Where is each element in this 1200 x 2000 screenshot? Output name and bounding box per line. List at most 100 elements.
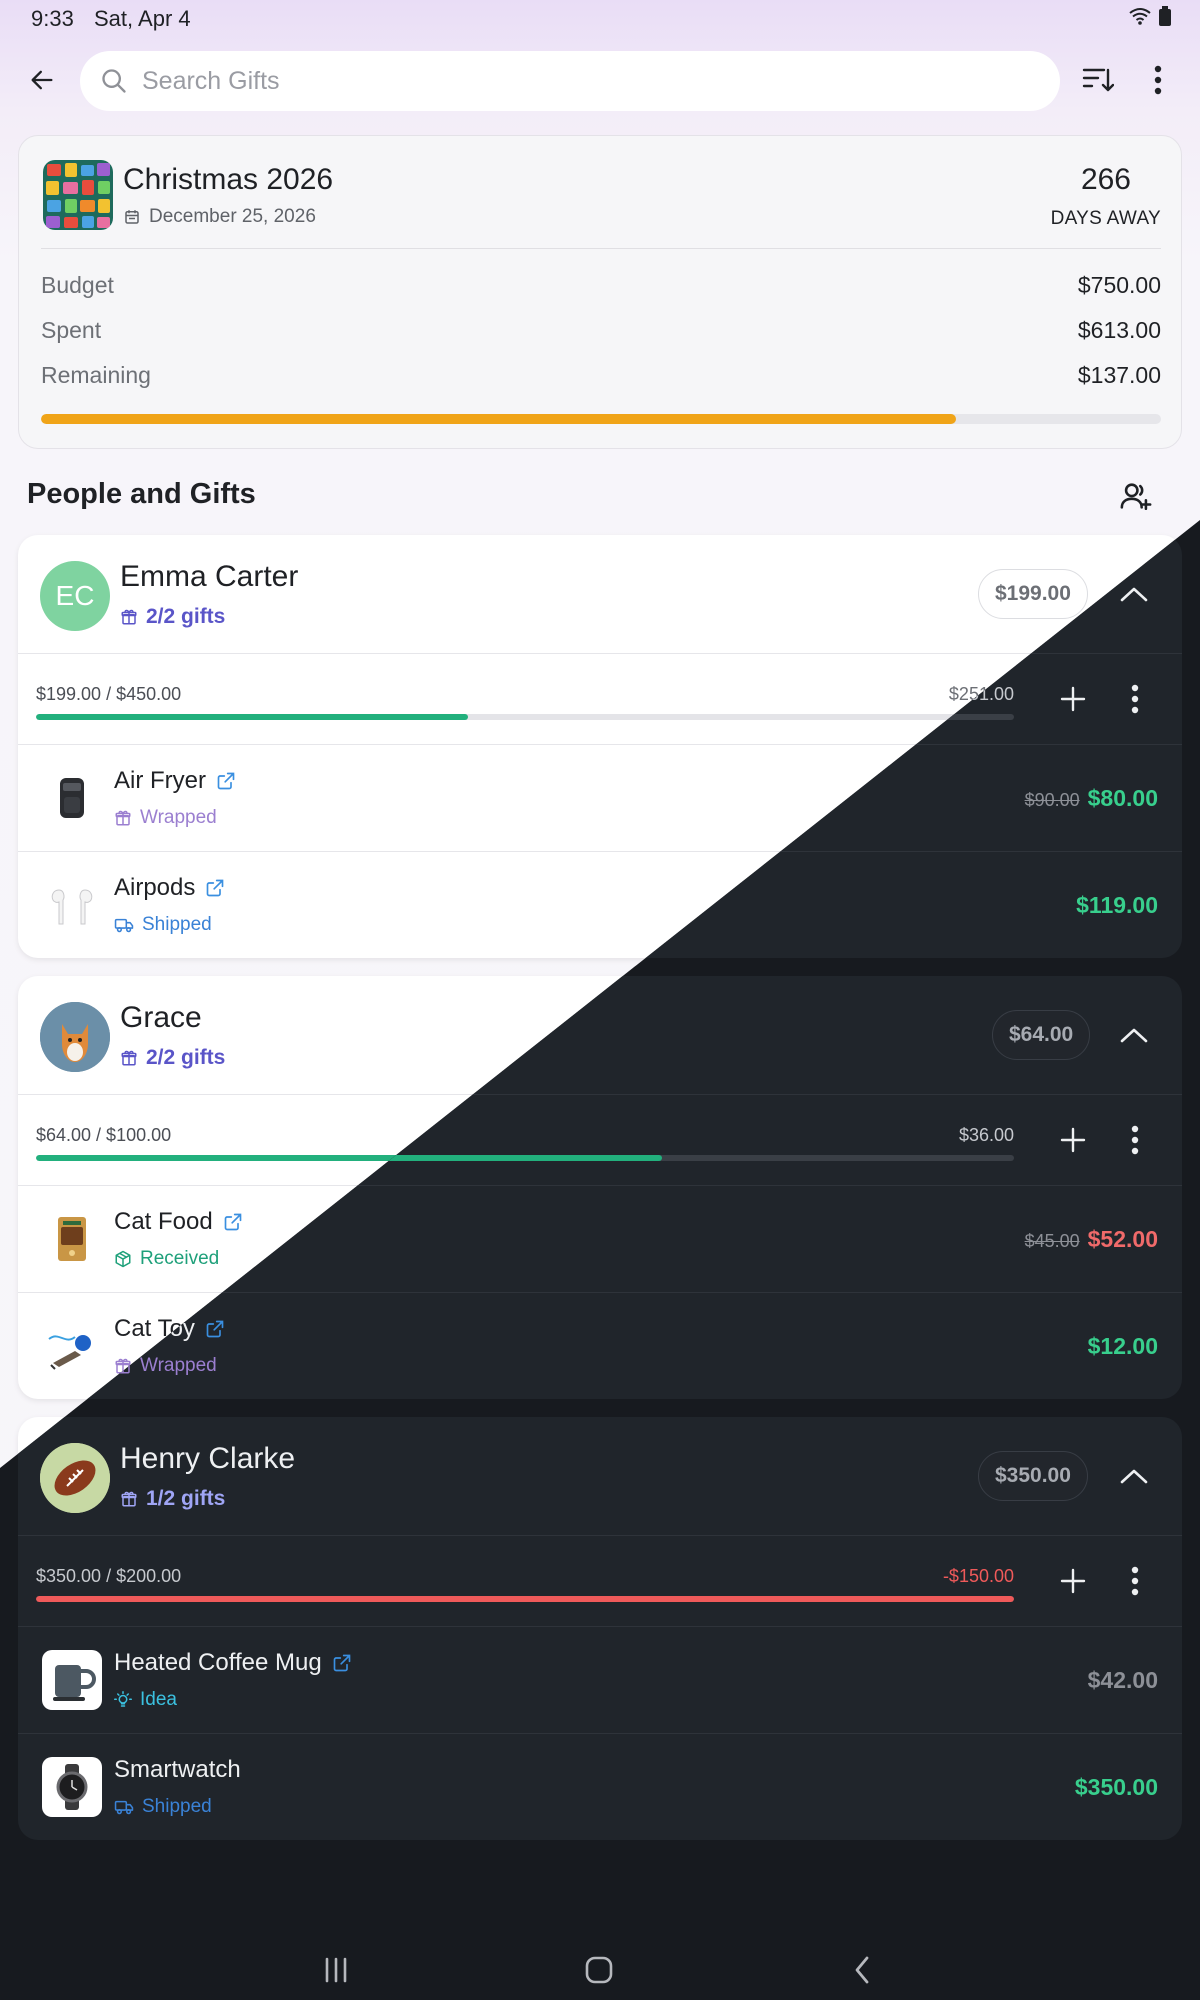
gift-status: Shipped: [114, 1796, 212, 1818]
avatar: EC: [40, 561, 110, 631]
person-total-chip: $64.00: [992, 1010, 1091, 1060]
add-person-icon: [1120, 483, 1152, 511]
top-app-bar: Search Gifts: [0, 48, 1200, 112]
gift-name: Airpods: [114, 874, 196, 901]
add-person-button[interactable]: [1116, 476, 1156, 516]
gift-name: Cat Food: [114, 1208, 213, 1235]
person-progress-fill: [36, 714, 469, 720]
external-link-icon[interactable]: [205, 1319, 225, 1339]
remaining-row: Remaining $137.00: [41, 362, 1161, 389]
collapse-button[interactable]: [1116, 1017, 1152, 1053]
collapse-button[interactable]: [1116, 1458, 1152, 1494]
system-back-button[interactable]: [840, 1948, 884, 1992]
gift-title: Cat Food: [114, 1208, 243, 1236]
gift-price: $80.00: [1087, 785, 1158, 811]
chevron-up-icon: [1120, 1469, 1148, 1484]
gift-image: [42, 875, 102, 935]
gift-status-text: Idea: [140, 1689, 177, 1710]
person-more-button[interactable]: [1116, 680, 1154, 718]
avatar-initials: EC: [55, 580, 95, 611]
person-total: $350.00: [995, 1464, 1071, 1487]
gift-status: Shipped: [114, 914, 212, 936]
gift-name: Heated Coffee Mug: [114, 1649, 322, 1676]
spent-row: Spent $613.00: [41, 317, 1161, 344]
avatar: [40, 1443, 110, 1513]
remaining-value: $137.00: [1077, 362, 1161, 388]
spent-label: Spent: [41, 317, 102, 343]
back-button[interactable]: [22, 60, 62, 100]
home-icon: [585, 1956, 613, 1984]
person-more-button[interactable]: [1116, 1121, 1154, 1159]
search-placeholder: Search Gifts: [142, 66, 280, 95]
event-summary-card[interactable]: Christmas 2026 December 25, 2026 266 DAY…: [18, 135, 1182, 449]
gift-count: 2/2 gifts: [120, 1046, 225, 1070]
recents-button[interactable]: [314, 1948, 358, 1992]
gift-status: Idea: [114, 1689, 177, 1711]
more-vertical-icon: [1131, 1125, 1139, 1155]
spent-value: $613.00: [1077, 317, 1161, 343]
gift-count-text: 2/2 gifts: [146, 1046, 226, 1069]
external-link-icon[interactable]: [216, 771, 236, 791]
person-name: Emma Carter: [120, 560, 299, 593]
gift-title: Smartwatch: [114, 1756, 241, 1784]
external-link-icon[interactable]: [223, 1212, 243, 1232]
external-link-icon[interactable]: [205, 878, 225, 898]
person-remaining-text: $36.00: [958, 1125, 1014, 1145]
system-navigation-bar: [0, 1940, 1200, 2000]
person-total: $199.00: [995, 582, 1071, 605]
search-input[interactable]: Search Gifts: [80, 51, 1060, 111]
plus-icon: [1060, 1127, 1086, 1153]
person-total-chip: $199.00: [978, 569, 1088, 619]
arrow-left-icon: [31, 70, 53, 90]
lightbulb-icon: [114, 1691, 132, 1707]
gift-image: [42, 1316, 102, 1376]
gift-row[interactable]: Heated Coffee Mug Idea $42.00: [18, 1627, 1182, 1733]
search-icon: [102, 69, 126, 93]
gift-original-price: $45.00: [1024, 1231, 1080, 1251]
more-vertical-icon: [1131, 684, 1139, 714]
gift-image: [42, 768, 102, 828]
gift-name: Air Fryer: [114, 767, 206, 794]
status-bar: 9:33 Sat, Apr 4: [0, 0, 1200, 34]
status-time: 9:33: [31, 6, 74, 31]
gift-status-text: Wrapped: [140, 807, 217, 828]
battery-icon: [1159, 6, 1171, 26]
sort-button[interactable]: [1078, 60, 1118, 100]
gift-price-group: $90.00 $80.00: [1025, 785, 1158, 812]
person-more-button[interactable]: [1116, 1562, 1154, 1600]
overflow-menu-button[interactable]: [1138, 60, 1178, 100]
person-card[interactable]: Henry Clarke 1/2 gifts $350.00 $350.00 / $2…: [18, 1417, 1182, 1840]
add-gift-button[interactable]: [1054, 680, 1092, 718]
gift-status: Wrapped: [114, 807, 217, 829]
package-icon: [115, 1250, 131, 1268]
home-button[interactable]: [577, 1948, 621, 1992]
calendar-icon: [125, 210, 139, 224]
chevron-left-icon: [855, 1956, 869, 1984]
budget-progress-bar: [41, 414, 1161, 424]
gift-status-text: Shipped: [142, 914, 212, 935]
gift-status-text: Received: [140, 1248, 220, 1269]
person-header[interactable]: Henry Clarke 1/2 gifts $350.00: [18, 1417, 1182, 1535]
gift-price-group: $45.00 $52.00: [1025, 1226, 1158, 1253]
gift-status-text: Wrapped: [140, 1355, 217, 1376]
wifi-icon: [1129, 8, 1151, 25]
more-vertical-icon: [1154, 65, 1162, 95]
truck-icon: [114, 1800, 134, 1815]
days-away-label: DAYS AWAY: [1050, 208, 1161, 229]
person-header[interactable]: EC Emma Carter 2/2 gifts $199.00: [18, 535, 1182, 653]
add-gift-button[interactable]: [1054, 1121, 1092, 1159]
external-link-icon[interactable]: [332, 1653, 352, 1673]
person-name: Grace: [120, 1001, 202, 1034]
gift-icon: [121, 1050, 137, 1066]
person-progress-fill: [36, 1596, 1014, 1602]
budget-label: Budget: [41, 272, 114, 298]
add-gift-button[interactable]: [1054, 1562, 1092, 1600]
gift-title: Airpods: [114, 874, 225, 902]
gift-row[interactable]: Smartwatch Shipped $350.00: [18, 1734, 1182, 1840]
gift-icon: [121, 609, 137, 625]
person-budget-text: $199.00 / $450.00: [36, 684, 182, 704]
person-progress-bar: [36, 1596, 1014, 1602]
budget-row: Budget $750.00: [41, 272, 1161, 299]
event-date-text: December 25, 2026: [149, 206, 316, 227]
person-total: $64.00: [1009, 1023, 1074, 1046]
